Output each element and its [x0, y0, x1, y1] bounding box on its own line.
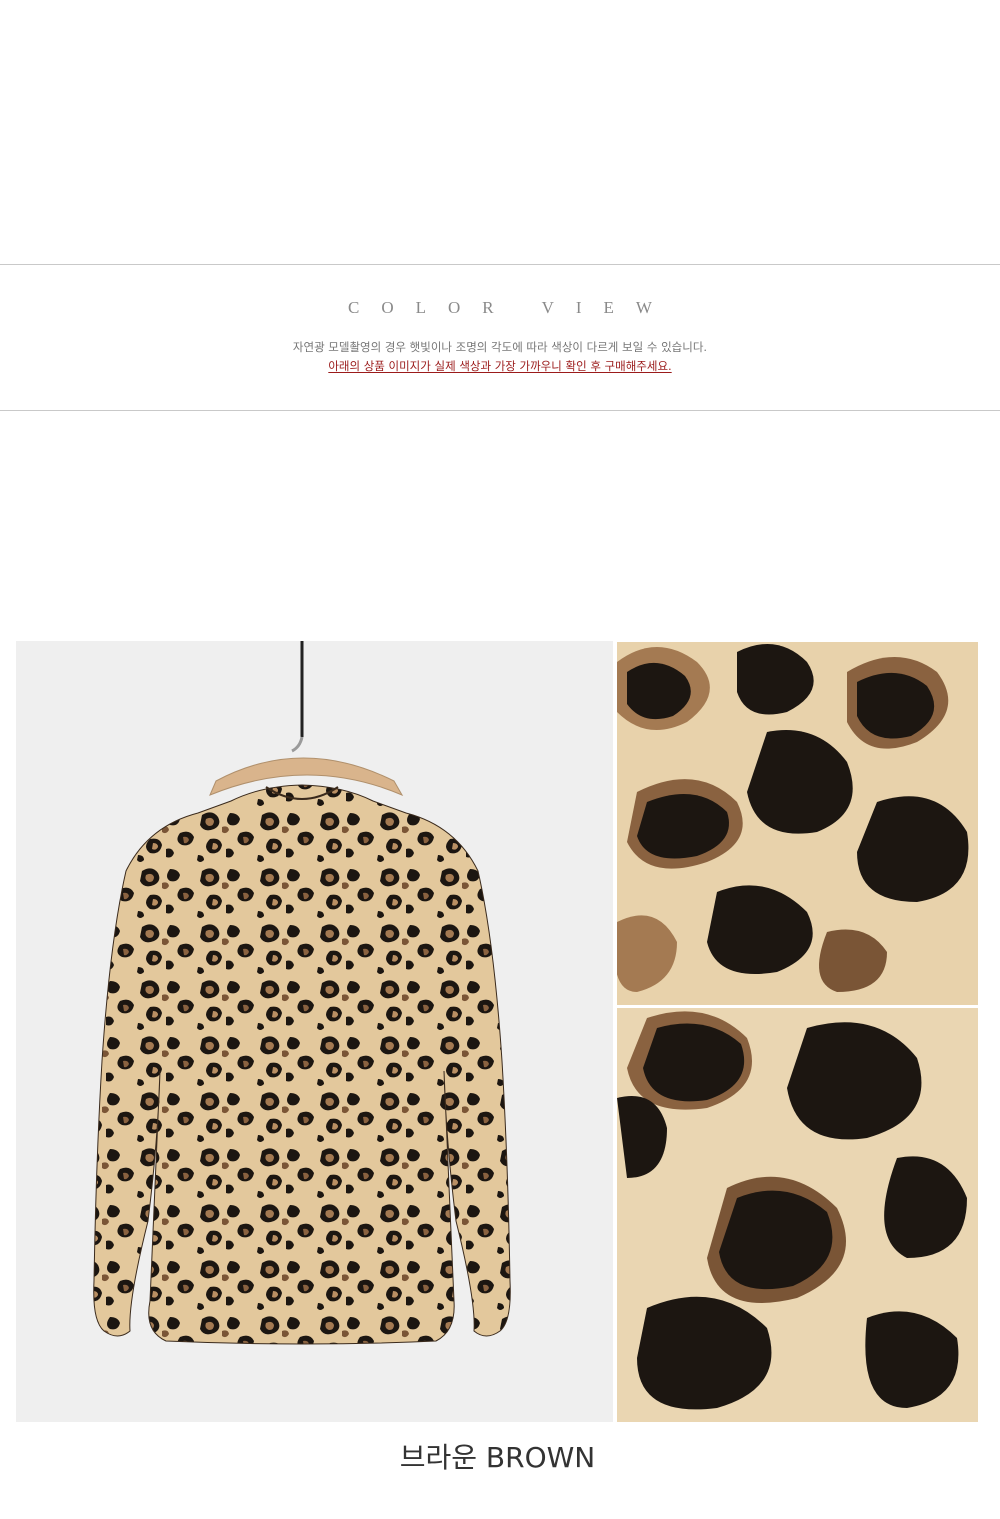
- color-accuracy-notice: 아래의 상품 이미지가 실제 색상과 가장 가까우니 확인 후 구매해주세요.: [328, 359, 672, 373]
- product-photo-hanger: [16, 641, 613, 1422]
- top-divider: [0, 264, 1000, 265]
- blouse-illustration: [16, 641, 613, 1422]
- fabric-detail-photo-2: [617, 1008, 978, 1422]
- fabric-detail-photo-1: [617, 642, 978, 1005]
- lighting-notice: 자연광 모델촬영의 경우 햇빛이나 조명의 각도에 따라 색상이 다르게 보일 …: [292, 340, 708, 354]
- bottom-divider: [0, 410, 1000, 411]
- color-view-heading: COLOR VIEW: [348, 298, 674, 317]
- color-caption: 브라운 BROWN: [399, 1441, 596, 1474]
- fabric-closeup-1: [617, 642, 978, 1005]
- fabric-closeup-2: [617, 1008, 978, 1422]
